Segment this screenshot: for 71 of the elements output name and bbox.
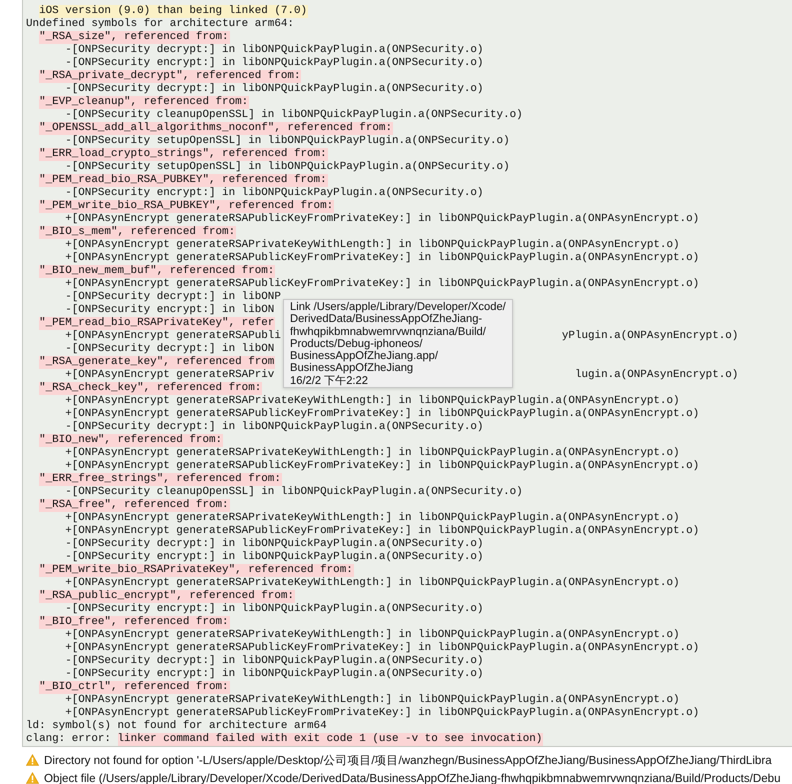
- log-text: +[ONPAsynEncrypt generateRSAPublicKeyFromPrivateKey:] in libONPQuickPayPlugin.a(ONPAsynEncrypt.o): [65, 460, 700, 473]
- log-text: -[ONPSecurity decrypt:] in libONPQuickPayPlugin.a(ONPSecurity.o): [65, 421, 484, 434]
- log-text: clang: error:: [26, 733, 111, 746]
- tooltip-text: fhwhqpikbmnabwemrvwnqnziana/Build/: [290, 326, 487, 338]
- undefined-symbol: "_RSA_free", referenced from:: [39, 499, 230, 512]
- tooltip-text: 16/2/2 下午2:22: [290, 374, 369, 388]
- undefined-symbol: "_PEM_write_bio_RSAPrivateKey", referenced from:: [39, 564, 354, 577]
- undefined-symbol: "_RSA_public_encrypt", referenced from:: [39, 590, 295, 603]
- log-text: +[ONPAsynEncrypt generateRSAPublicKeyFromPrivateKey:] in libONPQuickPayPlugin.a(ONPAsynEncrypt.o): [65, 707, 700, 720]
- log-text: -[ONPSecurity cleanupOpenSSL] in libONPQuickPayPlugin.a(ONPSecurity.o): [65, 486, 523, 499]
- log-text: +[ONPAsynEncrypt generateRSAPublicKeyFromPrivateKey:] in libONPQuickPayPlugin.a(ONPAsynEncrypt.o): [65, 278, 700, 291]
- issue-message[interactable]: Directory not found for option '-L/Users/apple/Desktop/公司项目/项目/wanzhegn/BusinessAppOfZheJiang/BusinessAppOfZheJiang/ThirdLibra: [44, 752, 772, 768]
- undefined-symbol: "_PEM_read_bio_RSAPrivateKey", refer: [39, 317, 276, 330]
- undefined-symbol: "_RSA_private_decrypt", referenced from:: [39, 70, 302, 83]
- log-text: -[ONPSecurity decrypt:] in libONPQuickPayPlugin.a(ONPSecurity.o): [65, 538, 484, 551]
- log-text: -[ONPSecurity decrypt:] in libONPQuickPayPlugin.a(ONPSecurity.o): [65, 655, 484, 668]
- log-text: -[ONPSecurity setupOpenSSL] in libONPQuickPayPlugin.a(ONPSecurity.o): [65, 135, 510, 148]
- undefined-symbol: "_EVP_cleanup", referenced from:: [39, 96, 250, 109]
- log-text: -[ONPSecurity encrypt:] in libONPQuickPayPlugin.a(ONPSecurity.o): [65, 57, 484, 70]
- log-text: +[ONPAsynEncrypt generateRSAPrivateKeyWithLength:] in libONPQuickPayPlugin.a(ONPAsynEncrypt.o): [65, 694, 680, 707]
- tooltip-text: BusinessAppOfZheJiang: [290, 362, 414, 375]
- log-text: +[ONPAsynEncrypt generateRSAPrivateKeyWithLength:] in libONPQuickPayPlugin.a(ONPAsynEncrypt.o): [65, 239, 680, 252]
- warning-icon: [26, 772, 39, 784]
- log-text: +[ONPAsynEncrypt generateRSAPublicKeyFromPrivateKey:] in libONPQuickPayPlugin.a(ONPAsynEncrypt.o): [65, 408, 700, 421]
- undefined-symbol: "_RSA_generate_key", referenced from: [39, 356, 276, 369]
- issue-message[interactable]: Object file (/Users/apple/Library/Developer/Xcode/DerivedData/BusinessAppOfZheJiang-fhwhqpikbmnabwemrvwnqnziana/Build/Products/Debu: [44, 772, 781, 784]
- log-text: -[ONPSecurity decrypt:] in libONPQuickPayPlugin.a(ONPSecurity.o): [65, 83, 484, 96]
- log-text: -[ONPSecurity encrypt:] in libONPQuickPayPlugin.a(ONPSecurity.o): [65, 187, 484, 200]
- log-text: Undefined symbols for architecture arm64:: [26, 18, 294, 31]
- log-text: +[ONPAsynEncrypt generateRSAPrivateKeyWithLength:] in libONPQuickPayPlugin.a(ONPAsynEncrypt.o): [65, 577, 680, 590]
- log-text: -[ONPSecurity encrypt:] in libONPQuickPayPlugin.a(ONPSecurity.o): [65, 603, 484, 616]
- tooltip-text: Products/Debug-iphoneos/: [290, 338, 424, 350]
- undefined-symbol: "_RSA_size", referenced from:: [39, 31, 230, 44]
- log-text: +[ONPAsynEncrypt generateRSAPrivateKeyWithLength:] in libONPQuickPayPlugin.a(ONPAsynEncrypt.o): [65, 447, 680, 460]
- log-text: -[ONPSecurity decrypt:] in libONP: [65, 291, 281, 304]
- undefined-symbol: "_OPENSSL_add_all_algorithms_noconf", referenced from:: [39, 122, 393, 135]
- log-text: +[ONPAsynEncrypt generateRSAPubli: [65, 330, 281, 343]
- undefined-symbol: "_ERR_free_strings", referenced from:: [39, 473, 282, 486]
- error-message: linker command failed with exit code 1 (use -v to see invocation): [118, 733, 544, 746]
- log-text: lugin.a(ONPAsynEncrypt.o): [574, 369, 738, 382]
- log-text: +[ONPAsynEncrypt generateRSAPrivateKeyWithLength:] in libONPQuickPayPlugin.a(ONPAsynEncrypt.o): [65, 629, 680, 642]
- undefined-symbol: "_ERR_load_crypto_strings", referenced from:: [39, 148, 328, 161]
- log-text: ld: symbol(s) not found for architecture arm64: [26, 720, 327, 733]
- log-text: +[ONPAsynEncrypt generateRSAPublicKeyFromPrivateKey:] in libONPQuickPayPlugin.a(ONPAsynEncrypt.o): [65, 213, 700, 226]
- tooltip-text: Link /Users/apple/Library/Developer/Xcode/: [290, 301, 506, 314]
- undefined-symbol: "_RSA_check_key", referenced from:: [39, 382, 262, 395]
- log-text: -[ONPSecurity decrypt:] in libON: [65, 343, 274, 356]
- undefined-symbol: "_BIO_free", referenced from:: [39, 616, 230, 629]
- log-text: +[ONPAsynEncrypt generateRSAPrivateKeyWithLength:] in libONPQuickPayPlugin.a(ONPAsynEncrypt.o): [65, 395, 680, 408]
- undefined-symbol: "_PEM_read_bio_RSA_PUBKEY", referenced from:: [39, 174, 328, 187]
- log-text: -[ONPSecurity encrypt:] in libONPQuickPayPlugin.a(ONPSecurity.o): [65, 551, 484, 564]
- log-text: -[ONPSecurity encrypt:] in libONPQuickPayPlugin.a(ONPSecurity.o): [65, 668, 484, 681]
- log-text: +[ONPAsynEncrypt generateRSAPriv: [65, 369, 274, 382]
- tooltip-text: BusinessAppOfZheJiang.app/: [290, 350, 440, 362]
- warning-icon: [26, 754, 39, 766]
- log-text: -[ONPSecurity encrypt:] in libON: [65, 304, 274, 317]
- log-text: +[ONPAsynEncrypt generateRSAPrivateKeyWithLength:] in libONPQuickPayPlugin.a(ONPAsynEncrypt.o): [65, 512, 680, 525]
- undefined-symbol: "_BIO_new", referenced from:: [39, 434, 224, 447]
- warning-message: iOS version (9.0) than being linked (7.0): [39, 5, 308, 18]
- log-text: +[ONPAsynEncrypt generateRSAPublicKeyFromPrivateKey:] in libONPQuickPayPlugin.a(ONPAsynEncrypt.o): [65, 252, 700, 265]
- undefined-symbol: "_BIO_new_mem_buf", referenced from:: [39, 265, 276, 278]
- undefined-symbol: "_BIO_s_mem", referenced from:: [39, 226, 236, 239]
- log-text: yPlugin.a(ONPAsynEncrypt.o): [562, 330, 738, 343]
- log-text: +[ONPAsynEncrypt generateRSAPublicKeyFromPrivateKey:] in libONPQuickPayPlugin.a(ONPAsynEncrypt.o): [65, 642, 700, 655]
- undefined-symbol: "_BIO_ctrl", referenced from:: [39, 681, 230, 694]
- log-text: -[ONPSecurity cleanupOpenSSL] in libONPQuickPayPlugin.a(ONPSecurity.o): [65, 109, 523, 122]
- log-text: -[ONPSecurity setupOpenSSL] in libONPQuickPayPlugin.a(ONPSecurity.o): [65, 161, 510, 174]
- tooltip-text: DerivedData/BusinessAppOfZheJiang-: [290, 313, 484, 326]
- undefined-symbol: "_PEM_write_bio_RSA_PUBKEY", referenced from:: [39, 200, 334, 213]
- log-text: -[ONPSecurity decrypt:] in libONPQuickPayPlugin.a(ONPSecurity.o): [65, 44, 484, 57]
- log-text: +[ONPAsynEncrypt generateRSAPublicKeyFromPrivateKey:] in libONPQuickPayPlugin.a(ONPAsynEncrypt.o): [65, 525, 700, 538]
